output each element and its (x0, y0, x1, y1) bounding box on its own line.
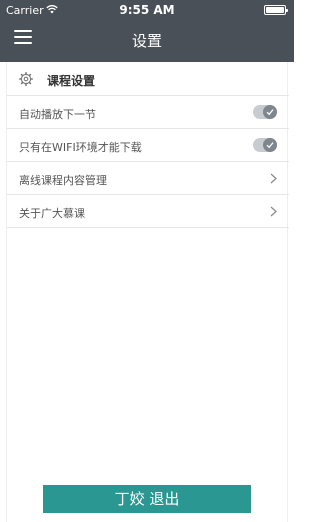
setting-label: 关于广大慕课 (19, 207, 85, 220)
setting-label: 只有在WIFI环境才能下载 (19, 141, 142, 154)
setting-about[interactable]: 关于广大慕课 (7, 195, 289, 228)
battery-icon (264, 5, 288, 15)
gear-icon (19, 72, 33, 86)
status-time: 9:55 AM (119, 3, 175, 17)
chevron-right-icon (270, 206, 277, 217)
page-title: 设置 (131, 32, 162, 50)
header-bar: Carrier 9:55 AM 设置 (0, 0, 294, 62)
setting-label: 离线课程内容管理 (19, 174, 107, 187)
settings-panel: 课程设置 自动播放下一节 只有在WIFI环境才能下载 离线课程内容管理 关于广大… (6, 62, 289, 522)
setting-autoplay-next: 自动播放下一节 (7, 96, 289, 129)
wifi-only-toggle[interactable] (253, 138, 277, 152)
check-icon (266, 109, 274, 116)
toggle-knob (263, 105, 277, 119)
setting-offline-content[interactable]: 离线课程内容管理 (7, 162, 289, 195)
setting-wifi-only-download: 只有在WIFI环境才能下载 (7, 129, 289, 162)
toggle-knob (263, 138, 277, 152)
section-header: 课程设置 (7, 62, 289, 96)
section-title: 课程设置 (47, 74, 96, 88)
chevron-right-icon (270, 173, 277, 184)
setting-label: 自动播放下一节 (19, 108, 96, 121)
logout-button[interactable]: 丁姣 退出 (43, 485, 251, 513)
check-icon (266, 142, 274, 149)
autoplay-toggle[interactable] (253, 105, 277, 119)
status-bar: Carrier 9:55 AM (0, 0, 294, 20)
